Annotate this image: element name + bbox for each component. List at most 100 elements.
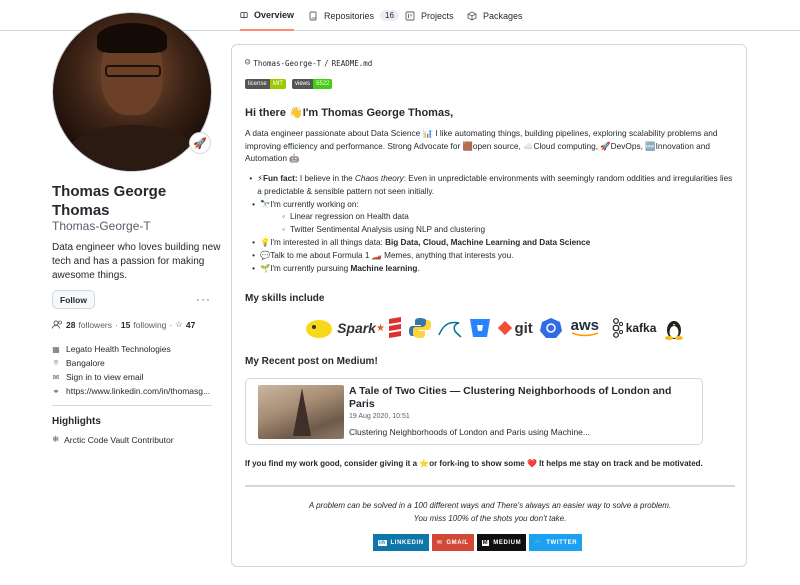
gmail-badge[interactable]: ✉ GMAIL — [431, 534, 474, 551]
tab-overview[interactable]: Overview — [240, 0, 294, 31]
python-icon[interactable] — [408, 316, 431, 340]
badge-key: views — [292, 79, 314, 89]
building-icon: ▦ — [52, 344, 60, 354]
email-row: ✉ Sign in to view email — [52, 370, 210, 384]
sub-list-item: ◦ Twitter Sentimental Analysis using NLP… — [245, 224, 735, 237]
tab-label: Packages — [483, 10, 523, 21]
twitter-icon: 🐦 — [534, 540, 543, 546]
sub-bullet-text: Linear regression on Health data — [290, 212, 409, 222]
profile-stats: 28 followers · 15 following · ☆ 47 — [52, 319, 195, 330]
medium-post-card[interactable]: A Tale of Two Cities — Clustering Neighb… — [245, 378, 703, 445]
profile-details: ▦ Legato Health Technologies ⌾ Bangalore… — [52, 342, 210, 398]
quote-block: A problem can be solved in a 100 differe… — [245, 500, 735, 525]
avatar-hair — [97, 23, 167, 53]
badge-label: GMAIL — [446, 539, 469, 546]
tab-label: Projects — [421, 10, 454, 21]
stars-count[interactable]: 47 — [186, 320, 195, 330]
stats-separator: · — [169, 319, 173, 330]
readme-breadcrumb: ☺ Thomas-George-T / README.md — [245, 58, 372, 68]
linkedin-badge[interactable]: in LINKEDIN — [373, 534, 429, 551]
breadcrumb-separator: / — [324, 58, 329, 68]
smiley-icon: ☺ — [245, 58, 251, 68]
bullet-text: 🔭I'm currently working on: — [260, 199, 359, 209]
followers-count[interactable]: 28 — [66, 320, 75, 330]
location-row: ⌾ Bangalore — [52, 356, 210, 370]
tab-repositories[interactable]: Repositories 16 — [308, 0, 399, 31]
medium-badge[interactable]: M MEDIUM — [476, 534, 527, 551]
list-item: • 💬Talk to me about Formula 1 🏎️ Memes, … — [245, 250, 735, 263]
sub-bullet-text: Twitter Sentimental Analysis using NLP a… — [290, 225, 486, 235]
avatar-body — [63, 125, 203, 171]
project-icon — [405, 11, 415, 20]
tab-projects[interactable]: Projects — [405, 0, 454, 31]
bitbucket-icon[interactable] — [469, 316, 491, 340]
views-badge[interactable]: views 5522 — [292, 79, 333, 89]
hadoop-icon[interactable] — [304, 316, 334, 340]
star-icon: ☆ — [175, 319, 183, 329]
readme-heading: Hi there 👋I'm Thomas George Thomas, — [245, 107, 454, 119]
mysql-icon[interactable] — [437, 316, 463, 340]
bullet: • — [252, 263, 255, 273]
bullet: • — [252, 199, 255, 209]
mail-icon: ✉ — [52, 372, 60, 382]
kafka-icon[interactable]: kafka — [608, 316, 658, 340]
profile-bio: Data engineer who loves building new tec… — [52, 242, 221, 281]
bullet: • — [249, 174, 253, 183]
post-date: 19 Aug 2020, 10:51 — [349, 413, 410, 420]
sidebar-divider — [52, 405, 212, 406]
bullet-text: 💡I'm interested in all things data: Big … — [260, 237, 591, 247]
bullet-text: 🌱I'm currently pursuing Machine learning… — [260, 263, 420, 273]
bullet: ◦ — [282, 225, 285, 235]
sub-list-item: ◦ Linear regression on Health data — [245, 211, 735, 224]
badge-label: LINKEDIN — [390, 539, 424, 546]
badge-label: MEDIUM — [493, 539, 522, 546]
website-link[interactable]: https://www.linkedin.com/in/thomasg... — [66, 386, 210, 396]
more-options-button[interactable]: ··· — [196, 292, 211, 306]
post-description: Clustering Neighborhoods of London and P… — [349, 427, 590, 437]
following-label[interactable]: following — [133, 320, 166, 330]
skills-icons: Spark ★ git aws kafka — [304, 313, 684, 343]
tab-label: Repositories — [324, 10, 375, 21]
email-link[interactable]: Sign in to view email — [66, 372, 143, 382]
bullet-text: 💬Talk to me about Formula 1 🏎️ Memes, an… — [260, 250, 514, 260]
location: Bangalore — [66, 358, 105, 368]
arctic-vault-icon: ❄ — [52, 434, 60, 444]
location-pin-icon: ⌾ — [53, 358, 59, 367]
git-icon[interactable]: git — [497, 316, 534, 340]
company-row: ▦ Legato Health Technologies — [52, 342, 210, 356]
following-count[interactable]: 15 — [121, 320, 130, 330]
spark-icon[interactable]: Spark ★ — [337, 316, 385, 340]
readme-file-link[interactable]: README.md — [332, 59, 373, 68]
profile-fullname: Thomas George Thomas — [52, 183, 167, 219]
book-icon — [240, 11, 248, 18]
highlight-item[interactable]: ❄ Arctic Code Vault Contributor — [52, 434, 174, 445]
avatar-glasses — [105, 65, 161, 77]
post-thumbnail — [258, 385, 344, 439]
followers-label[interactable]: followers — [78, 320, 112, 330]
tab-packages[interactable]: Packages — [467, 0, 523, 31]
readme-owner-link[interactable]: Thomas-George-T — [253, 59, 321, 68]
profile-username: Thomas-George-T — [52, 219, 151, 233]
highlight-label: Arctic Code Vault Contributor — [64, 434, 174, 445]
star-request: If you find my work good, consider givin… — [245, 459, 703, 468]
badge-value: 5522 — [313, 79, 333, 89]
quote-line: A problem can be solved in a 100 differe… — [308, 501, 672, 510]
license-badge[interactable]: license MIT — [245, 79, 287, 89]
linux-icon[interactable] — [664, 316, 684, 340]
scala-icon[interactable] — [388, 316, 403, 340]
link-icon: ⚭ — [52, 386, 60, 396]
medium-icon: M — [481, 539, 490, 546]
readme-bullet-list: • ⚡Fun fact: I believe in the Chaos theo… — [245, 173, 735, 275]
eiffel-tower-icon — [293, 388, 311, 436]
follow-button[interactable]: Follow — [52, 290, 95, 309]
avatar[interactable] — [52, 12, 212, 172]
readme-intro: A data engineer passionate about Data Sc… — [245, 128, 718, 163]
aws-icon[interactable]: aws — [568, 316, 601, 340]
kubernetes-icon[interactable] — [540, 316, 563, 340]
readme-card: ☺ Thomas-George-T / README.md license MI… — [231, 44, 747, 567]
post-title[interactable]: A Tale of Two Cities — Clustering Neighb… — [349, 385, 694, 411]
status-emoji-button[interactable]: 🚀 — [189, 132, 211, 154]
twitter-badge[interactable]: 🐦 TWITTER — [529, 534, 583, 551]
list-item: • ⚡Fun fact: I believe in the Chaos theo… — [245, 173, 735, 199]
quote-line: You miss 100% of the shots you don't tak… — [413, 513, 567, 523]
